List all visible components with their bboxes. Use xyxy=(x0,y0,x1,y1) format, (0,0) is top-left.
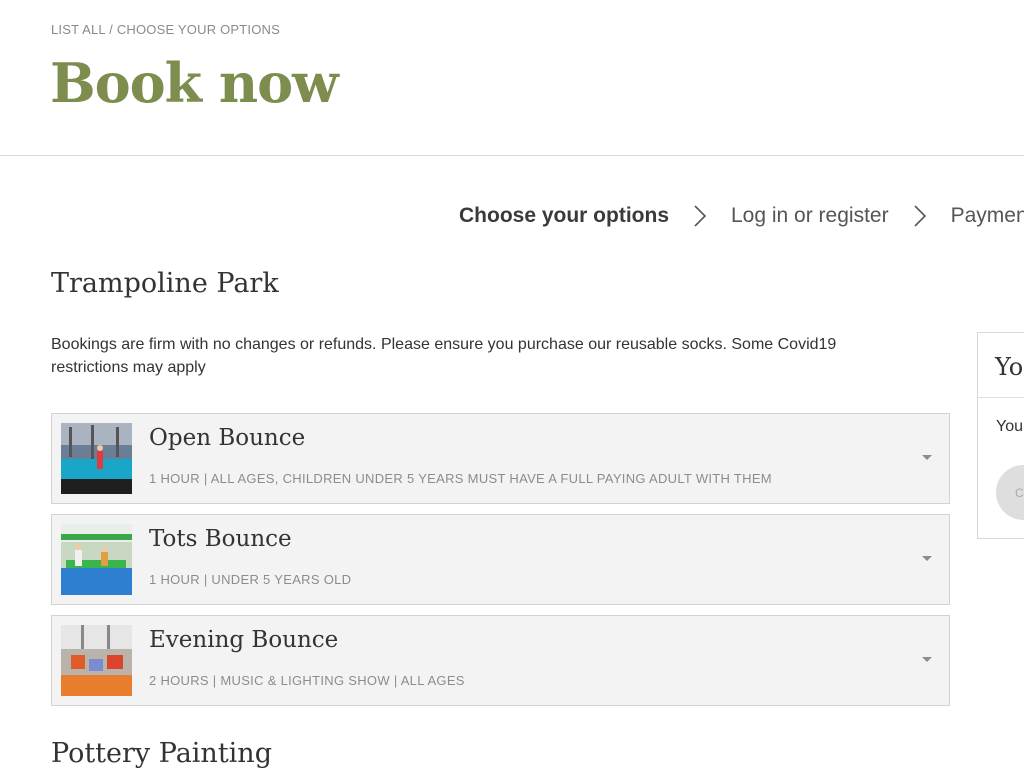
chevron-down-icon[interactable] xyxy=(922,657,932,662)
chevron-down-icon[interactable] xyxy=(922,556,932,561)
booking-page: LIST ALL / CHOOSE YOUR OPTIONS Book now … xyxy=(0,0,1024,768)
summary-divider xyxy=(978,397,1024,398)
chevron-down-icon[interactable] xyxy=(922,455,932,460)
breadcrumb: LIST ALL / CHOOSE YOUR OPTIONS xyxy=(51,22,280,37)
product-evening-bounce[interactable]: Evening Bounce 2 HOURS | MUSIC & LIGHTIN… xyxy=(51,615,950,706)
trampoline-photo-icon xyxy=(61,423,132,494)
product-name: Evening Bounce xyxy=(149,627,339,653)
breadcrumb-current: CHOOSE YOUR OPTIONS xyxy=(116,22,281,37)
product-open-bounce[interactable]: Open Bounce 1 HOUR | ALL AGES, CHILDREN … xyxy=(51,413,950,504)
breadcrumb-list-all-link[interactable]: LIST ALL xyxy=(51,22,105,37)
product-name: Open Bounce xyxy=(149,425,306,451)
booking-summary-panel: Yo You C xyxy=(977,332,1024,539)
product-name: Tots Bounce xyxy=(149,526,292,552)
product-details: 1 HOUR | UNDER 5 YEARS OLD xyxy=(149,572,352,587)
product-list: Open Bounce 1 HOUR | ALL AGES, CHILDREN … xyxy=(51,413,950,716)
breadcrumb-separator: / xyxy=(105,22,117,37)
page-title: Book now xyxy=(50,51,339,115)
section-title-pottery-painting: Pottery Painting xyxy=(51,738,272,768)
step-payment: Payment xyxy=(950,204,1024,227)
header-divider xyxy=(0,155,1024,156)
chevron-right-icon xyxy=(685,205,715,227)
trampoline-photo-icon xyxy=(61,524,132,595)
product-tots-bounce[interactable]: Tots Bounce 1 HOUR | UNDER 5 YEARS OLD xyxy=(51,514,950,605)
section-title-trampoline-park: Trampoline Park xyxy=(51,268,279,299)
product-details: 2 HOURS | MUSIC & LIGHTING SHOW | ALL AG… xyxy=(149,673,465,688)
chevron-right-icon xyxy=(905,205,935,227)
summary-text: You xyxy=(996,418,1023,435)
checkout-steps: Choose your options Log in or register P… xyxy=(459,204,1024,228)
section-description: Bookings are firm with no changes or ref… xyxy=(51,336,837,376)
summary-title: Yo xyxy=(995,353,1024,381)
step-login-register[interactable]: Log in or register xyxy=(731,204,889,228)
product-details: 1 HOUR | ALL AGES, CHILDREN UNDER 5 YEAR… xyxy=(149,471,772,486)
step-choose-options: Choose your options xyxy=(459,204,669,227)
trampoline-photo-icon xyxy=(61,625,132,696)
continue-button[interactable]: C xyxy=(996,465,1024,520)
